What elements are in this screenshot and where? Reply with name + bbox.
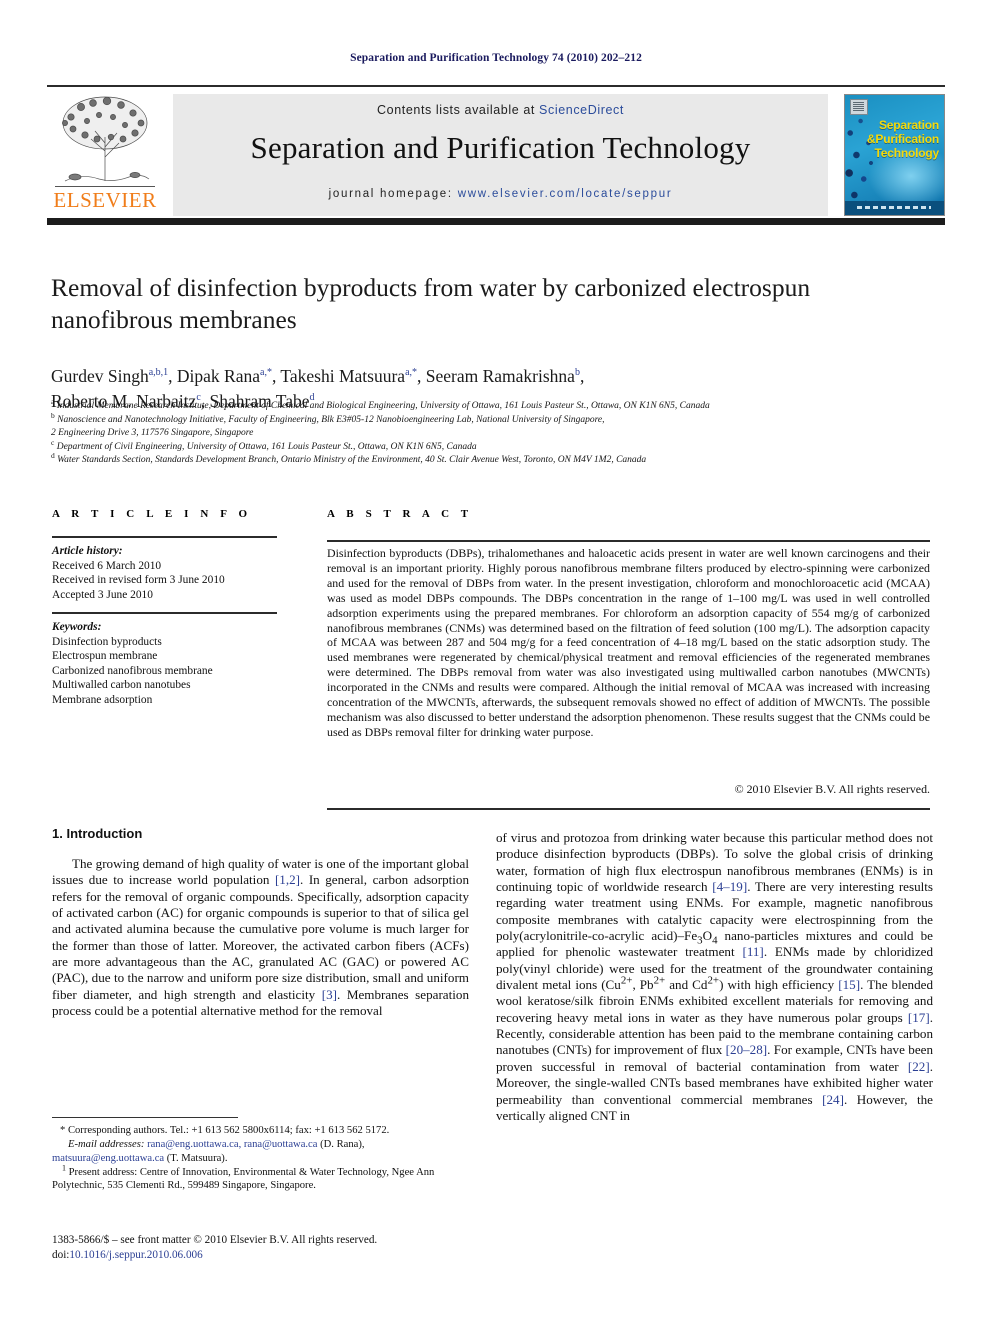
elsevier-tree-icon xyxy=(62,96,150,182)
homepage-label: journal homepage: xyxy=(328,188,453,200)
email-suffix-matsuura: (T. Matsuura). xyxy=(164,1152,228,1164)
elsevier-wordmark: ELSEVIER xyxy=(53,188,157,212)
article-history-block: Article history: Received 6 March 2010 R… xyxy=(52,544,307,602)
issn-line: 1383-5866/$ – see front matter © 2010 El… xyxy=(52,1234,378,1246)
elsevier-logo: ELSEVIER xyxy=(51,93,159,215)
footnote-emails: E-mail addresses: rana@eng.uottawa.ca, r… xyxy=(52,1138,469,1165)
history-accepted: Accepted 3 June 2010 xyxy=(52,588,153,601)
doi-label: doi: xyxy=(52,1248,70,1261)
sciencedirect-link[interactable]: ScienceDirect xyxy=(539,103,624,117)
journal-title: Separation and Purification Technology xyxy=(250,130,751,165)
footnote-present-address: 1 Present address: Centre of Innovation,… xyxy=(52,1163,469,1193)
abstract-heading: A B S T R A C T xyxy=(327,508,473,520)
keyword-item: Disinfection byproducts xyxy=(52,635,162,648)
doi-link[interactable]: 10.1016/j.seppur.2010.06.006 xyxy=(69,1249,202,1261)
section-title-introduction: 1. Introduction xyxy=(52,826,143,841)
footnote-block: * Corresponding authors. Tel.: +1 613 56… xyxy=(52,1124,469,1193)
cover-title-line-1: Separation xyxy=(878,118,939,132)
journal-masthead: ELSEVIER Contents lists available at Sci… xyxy=(47,85,945,225)
journal-article-page: Separation and Purification Technology 7… xyxy=(0,0,992,1323)
affiliation-a: a Industrial Membrane Research Institute… xyxy=(51,396,710,411)
affiliation-d: d Water Standards Section, Standards Dev… xyxy=(51,451,647,466)
masthead-bottom-rule xyxy=(47,218,945,225)
intro-paragraph-left: The growing demand of high quality of wa… xyxy=(52,856,469,1019)
contents-available-line: Contents lists available at ScienceDirec… xyxy=(173,103,828,117)
elsevier-logo-underline xyxy=(55,186,155,187)
email-link-rana[interactable]: rana@eng.uottawa.ca, rana@uottawa.ca xyxy=(147,1139,317,1150)
keyword-item: Electrospun membrane xyxy=(52,650,158,663)
keyword-item: Membrane adsorption xyxy=(52,693,153,706)
abstract-rule-bottom xyxy=(327,808,930,811)
present-address-text: Present address: Centre of Innovation, E… xyxy=(52,1166,435,1192)
journal-cover-thumbnail: Separation &Purification Technology xyxy=(844,94,945,216)
body-column-right: of virus and protozoa from drinking wate… xyxy=(496,830,933,1124)
running-head: Separation and Purification Technology 7… xyxy=(350,52,642,64)
history-revised: Received in revised form 3 June 2010 xyxy=(52,574,225,587)
abstract-text: Disinfection byproducts (DBPs), trihalom… xyxy=(327,546,930,739)
email-addresses-label: E-mail addresses: xyxy=(68,1139,145,1151)
footnote-rule xyxy=(52,1117,238,1118)
article-history-label: Article history: xyxy=(52,545,123,557)
email-suffix-rana: (D. Rana), xyxy=(317,1139,365,1151)
cover-title-line-2: &Purification xyxy=(866,132,939,146)
contents-band: Contents lists available at ScienceDirec… xyxy=(173,94,828,216)
author-line-1: Gurdev Singha,b,1, Dipak Ranaa,*, Takesh… xyxy=(51,366,585,386)
journal-homepage-line: journal homepage: www.elsevier.com/locat… xyxy=(173,188,828,200)
imprint-block: 1383-5866/$ – see front matter © 2010 El… xyxy=(52,1233,492,1262)
affiliation-b-cont: 2 Engineering Drive 3, 117576 Singapore,… xyxy=(51,428,254,439)
affiliation-c: c Department of Civil Engineering, Unive… xyxy=(51,437,477,452)
doi-line: doi:10.1016/j.seppur.2010.06.006 xyxy=(52,1248,492,1263)
article-info-rule-top xyxy=(52,536,277,538)
cover-title-line-3: Technology xyxy=(874,146,940,160)
homepage-url-link[interactable]: www.elsevier.com/locate/seppur xyxy=(458,188,673,200)
article-info-heading: A R T I C L E I N F O xyxy=(52,508,252,520)
cover-chip-icon xyxy=(850,99,868,115)
body-column-left: The growing demand of high quality of wa… xyxy=(52,856,469,1019)
affiliation-list: a Industrial Membrane Research Institute… xyxy=(51,396,941,468)
keyword-item: Multiwalled carbon nanotubes xyxy=(52,679,191,692)
affiliation-b: b Nanoscience and Nanotechnology Initiat… xyxy=(51,410,605,425)
keywords-block: Keywords: Disinfection byproducts Electr… xyxy=(52,620,307,708)
cover-bottom-bar xyxy=(845,201,944,215)
intro-paragraph-right: of virus and protozoa from drinking wate… xyxy=(496,830,934,1123)
page-title: Removal of disinfection byproducts from … xyxy=(51,273,811,334)
abstract-rule-top xyxy=(327,540,930,543)
footnote-corresponding-author: * Corresponding authors. Tel.: +1 613 56… xyxy=(60,1125,390,1136)
footnote-marker-1: 1 xyxy=(62,1163,66,1173)
article-info-rule-mid xyxy=(52,612,277,614)
masthead-top-rule xyxy=(47,85,945,87)
keywords-label: Keywords: xyxy=(52,621,102,633)
abstract-copyright: © 2010 Elsevier B.V. All rights reserved… xyxy=(734,782,930,796)
contents-prefix: Contents lists available at xyxy=(377,103,540,117)
keyword-item: Carbonized nanofibrous membrane xyxy=(52,664,213,677)
email-link-matsuura[interactable]: matsuura@eng.uottawa.ca xyxy=(52,1153,164,1164)
history-received: Received 6 March 2010 xyxy=(52,559,162,572)
